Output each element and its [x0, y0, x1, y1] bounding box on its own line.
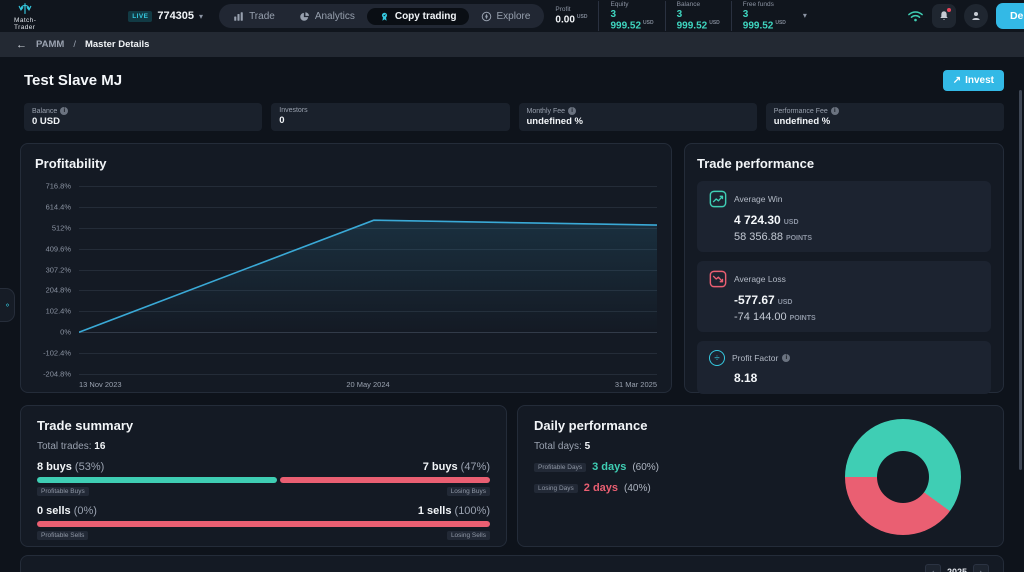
top-bar: Match-Trader LIVE 774305 ▾ Trade Analyti… [0, 0, 1024, 32]
info-icon[interactable]: i [568, 107, 576, 115]
stat-free-funds: Free funds 3 999.52USD [731, 1, 797, 31]
y-tick-label: 512% [52, 223, 71, 232]
account-selector[interactable]: LIVE 774305 ▾ [128, 10, 203, 22]
pie-chart-icon [299, 11, 310, 22]
page-title: Test Slave MJ [24, 72, 122, 89]
year-value: 2025 [947, 567, 967, 572]
trade-performance-panel: Trade performance Average Win 4 724.30US… [684, 143, 1004, 393]
connection-wifi-icon [907, 8, 924, 24]
invest-button[interactable]: ↗ Invest [943, 70, 1004, 91]
profit-factor-card: ÷ Profit Factori 8.18 [697, 341, 991, 394]
main-nav-tabs: Trade Analytics Copy trading Explore [219, 4, 544, 28]
match-trader-logo[interactable]: Match-Trader [14, 2, 36, 31]
back-arrow-icon[interactable]: ← [16, 39, 27, 51]
info-icon[interactable]: i [782, 354, 790, 362]
y-tick-label: -102.4% [43, 349, 71, 358]
chevron-down-icon: ▾ [199, 12, 203, 21]
tile-monthly-fee: Monthly Feei undefined % [519, 103, 757, 131]
daily-performance-donut-chart [845, 419, 961, 535]
losing-buys-bar [280, 477, 490, 483]
losing-sells-bar [37, 521, 490, 527]
account-stats: Profit 0.00USD Equity 3 999.52USD Balanc… [544, 1, 797, 31]
tab-label: Analytics [315, 11, 355, 22]
total-trades-value: 16 [94, 441, 105, 452]
tile-investors: Investors 0 [271, 103, 509, 131]
daily-performance-panel: Daily performance Total days: 5 Profitab… [517, 405, 1004, 547]
y-tick-label: 204.8% [46, 286, 71, 295]
tab-copy-trading[interactable]: Copy trading [367, 8, 469, 25]
tab-label: Explore [497, 11, 531, 22]
compass-icon [481, 11, 492, 22]
tab-label: Copy trading [395, 11, 457, 22]
notifications-button[interactable] [932, 4, 956, 28]
total-days-value: 5 [585, 441, 591, 452]
tab-label: Trade [249, 11, 275, 22]
chart-up-icon [709, 190, 727, 208]
brand-name: Match-Trader [14, 17, 36, 31]
y-tick-label: 307.2% [46, 265, 71, 274]
breadcrumb-separator: / [73, 39, 76, 50]
divide-circle-icon: ÷ [709, 350, 725, 366]
sells-bar [37, 521, 490, 527]
tab-analytics[interactable]: Analytics [287, 8, 367, 25]
trident-logo-icon [17, 2, 33, 16]
bar-chart-icon [233, 11, 244, 22]
profitable-buys-bar [37, 477, 277, 483]
buys-bar [37, 477, 490, 483]
stat-balance: Balance 3 999.52USD [665, 1, 731, 31]
y-tick-label: 716.8% [46, 182, 71, 191]
breadcrumb: ← PAMM / Master Details [0, 32, 1024, 57]
stats-chevron-down-icon[interactable]: ▾ [803, 11, 807, 20]
live-badge: LIVE [128, 11, 152, 22]
donut-hole [877, 451, 929, 503]
trade-summary-title: Trade summary [37, 418, 490, 433]
y-tick-label: 102.4% [46, 307, 71, 316]
monthly-roi-panel: Monthly ROI ‹ 2025 › [20, 555, 1004, 572]
breadcrumb-page: Master Details [85, 39, 149, 50]
x-tick-label: 13 Nov 2023 [79, 380, 122, 389]
tile-balance: Balancei 0 USD [24, 103, 262, 131]
breadcrumb-pamm[interactable]: PAMM [36, 39, 64, 50]
stat-equity: Equity 3 999.52USD [598, 1, 664, 31]
profitability-chart [79, 186, 657, 374]
vertical-scrollbar[interactable] [1019, 90, 1022, 470]
average-loss-card: Average Loss -577.67USD -74 144.00POINTS [697, 261, 991, 332]
trade-summary-panel: Trade summary Total trades: 16 8 buys (5… [20, 405, 507, 547]
notification-dot [947, 8, 951, 12]
info-icon[interactable]: i [831, 107, 839, 115]
chart-y-axis: 716.8%614.4%512%409.6%307.2%204.8%102.4%… [31, 186, 75, 374]
copy-trading-icon [379, 11, 390, 22]
profitability-panel: Profitability 716.8% 614.4% 512% 409.6% 307.… [20, 143, 672, 393]
profile-button[interactable] [964, 4, 988, 28]
trade-performance-title: Trade performance [697, 156, 991, 171]
chart-down-icon [709, 270, 727, 288]
prev-year-button[interactable]: ‹ [925, 564, 941, 572]
y-tick-label: 409.6% [46, 244, 71, 253]
trend-up-icon: ↗ [953, 75, 961, 86]
tab-explore[interactable]: Explore [469, 8, 543, 25]
buys-row: 8 buys (53%) 7 buys (47%) Profitable Buy… [37, 461, 490, 496]
x-tick-label: 31 Mar 2025 [615, 380, 657, 389]
info-icon[interactable]: i [60, 107, 68, 115]
chart-x-axis: 13 Nov 2023 20 May 2024 31 Mar 2025 [79, 380, 657, 390]
summary-tiles: Balancei 0 USD Investors 0 Monthly Feei … [24, 103, 1004, 131]
y-tick-label: 0% [60, 328, 71, 337]
profitability-title: Profitability [35, 156, 657, 171]
y-tick-label: -204.8% [43, 370, 71, 379]
tile-performance-fee: Performance Feei undefined % [766, 103, 1004, 131]
sidebar-collapse-handle[interactable]: ‹› [0, 288, 15, 322]
tab-trade[interactable]: Trade [221, 8, 287, 25]
deposit-button[interactable]: Deposit [996, 3, 1024, 29]
average-win-card: Average Win 4 724.30USD 58 356.88POINTS [697, 181, 991, 252]
person-icon [970, 10, 982, 22]
next-year-button[interactable]: › [973, 564, 989, 572]
profitability-line [79, 186, 657, 374]
y-tick-label: 614.4% [46, 202, 71, 211]
account-number: 774305 [157, 10, 194, 22]
stat-profit: Profit 0.00USD [544, 6, 598, 25]
sells-row: 0 sells (0%) 1 sells (100%) Profitable S… [37, 505, 490, 540]
x-tick-label: 20 May 2024 [346, 380, 389, 389]
year-pager: ‹ 2025 › [925, 564, 989, 572]
